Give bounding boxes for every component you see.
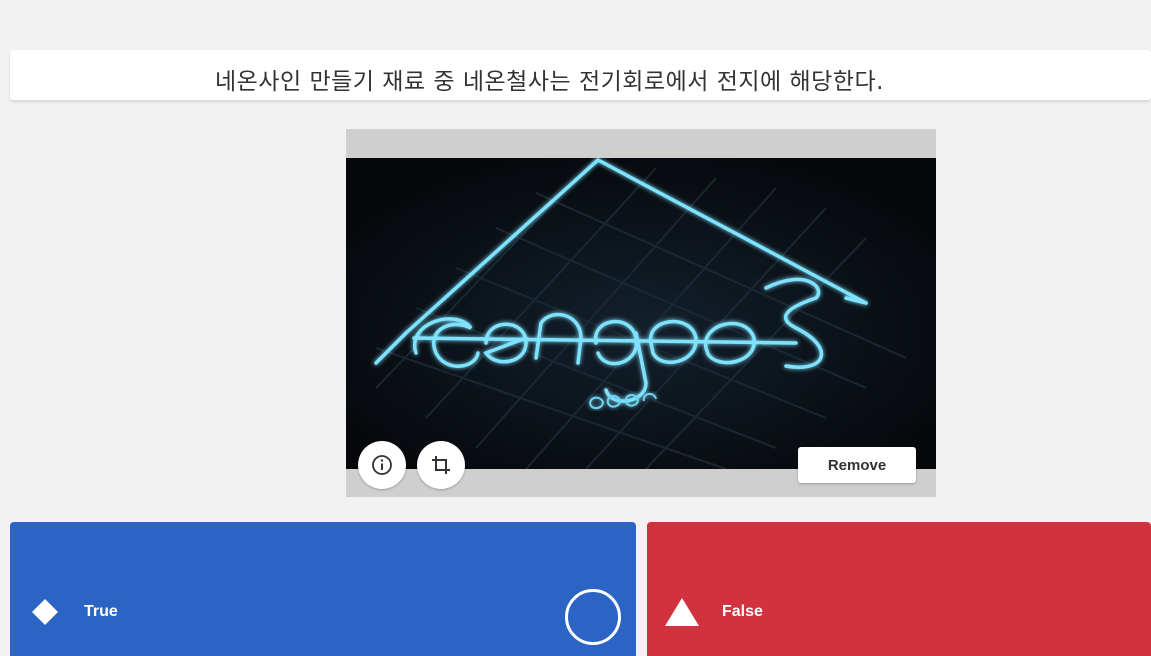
question-box[interactable]: 네온사인 만들기 재료 중 네온철사는 전기회로에서 전지에 해당한다. xyxy=(10,50,1151,100)
diamond-icon xyxy=(32,599,58,625)
crop-icon xyxy=(432,456,450,474)
question-text: 네온사인 만들기 재료 중 네온철사는 전기회로에서 전지에 해당한다. xyxy=(215,69,884,95)
triangle-icon xyxy=(665,598,699,626)
info-button[interactable] xyxy=(358,441,406,489)
answer-true-label: True xyxy=(84,603,118,620)
info-icon xyxy=(372,455,392,475)
answer-true[interactable]: True xyxy=(10,522,636,656)
correct-answer-toggle[interactable] xyxy=(565,589,621,645)
crop-button[interactable] xyxy=(417,441,465,489)
quiz-editor: 네온사인 만들기 재료 중 네온철사는 전기회로에서 전지에 해당한다. Rem… xyxy=(0,0,1151,656)
remove-image-button[interactable]: Remove xyxy=(798,447,916,483)
answer-false[interactable]: False xyxy=(647,522,1151,656)
answer-false-label: False xyxy=(722,603,763,620)
media-frame: Remove xyxy=(346,129,936,497)
neon-sign-image xyxy=(346,158,936,469)
